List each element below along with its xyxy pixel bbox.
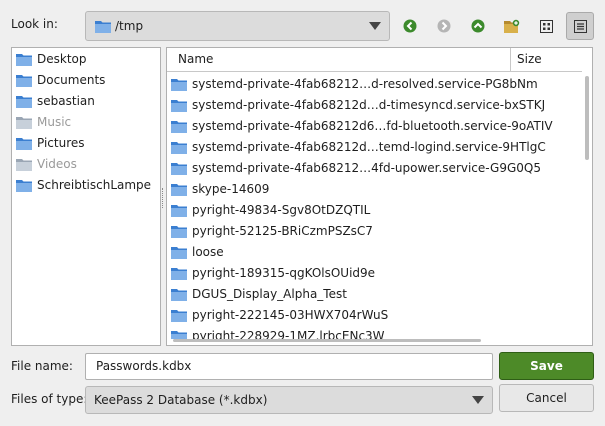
file-name: systemd-private-4fab68212…d-resolved.ser… [192,76,538,91]
file-name-label: File name: [11,359,73,373]
folder-icon [171,98,187,112]
folder-icon [16,73,32,87]
back-button[interactable] [398,14,422,38]
place-item[interactable]: Documents [12,69,160,90]
folder-icon [171,182,187,196]
folder-icon [16,115,32,129]
place-label: Documents [37,72,106,87]
place-item[interactable]: Videos [12,153,160,174]
file-name: DGUS_Display_Alpha_Test [192,286,347,301]
cancel-button[interactable]: Cancel [499,384,594,412]
place-item[interactable]: sebastian [12,90,160,111]
file-name: systemd-private-4fab68212…4fd-upower.ser… [192,160,542,175]
save-button[interactable]: Save [499,352,594,380]
place-item[interactable]: Desktop [12,48,160,69]
arrow-up-icon [471,19,485,33]
new-folder-icon [504,19,520,33]
forward-button[interactable] [432,14,456,38]
folder-icon [171,308,187,322]
file-type-value: KeePass 2 Database (*.kdbx) [94,393,268,407]
file-name: pyright-228929-1MZ.lrbcENc3W [192,328,385,340]
file-row[interactable]: pyright-222145-03HWX704rWuS [167,304,582,325]
detail-view-button[interactable] [566,12,594,40]
place-label: Desktop [37,51,87,66]
file-row[interactable]: DGUS_Display_Alpha_Test [167,283,582,304]
file-name: pyright-49834-Sgv8OtDZQTIL [192,202,371,217]
look-in-label: Look in: [11,17,58,31]
folder-icon [171,77,187,91]
folder-icon [16,136,32,150]
file-name: pyright-189315-qgKOlsOUid9e [192,265,376,280]
detail-view-icon [573,19,587,33]
file-row[interactable]: skype-14609 [167,178,582,199]
file-list: systemd-private-4fab68212…d-resolved.ser… [167,73,582,339]
file-name: systemd-private-4fab68212d…d-timesyncd.s… [192,97,546,112]
splitter-handle[interactable] [162,188,164,208]
folder-icon [171,287,187,301]
place-label: sebastian [37,93,95,108]
file-row[interactable]: systemd-private-4fab68212d…temd-logind.s… [167,136,582,157]
up-button[interactable] [466,14,490,38]
folder-icon [95,19,111,33]
file-row[interactable]: systemd-private-4fab68212…d-resolved.ser… [167,73,582,94]
file-type-combo[interactable]: KeePass 2 Database (*.kdbx) [85,386,493,414]
file-row[interactable]: pyright-228929-1MZ.lrbcENc3W [167,325,582,339]
folder-icon [171,203,187,217]
place-item[interactable]: Pictures [12,132,160,153]
place-item[interactable]: SchreibtischLampe [12,174,160,195]
folder-icon [16,52,32,66]
horizontal-scrollbar[interactable] [173,339,481,342]
file-row[interactable]: pyright-52125-BRiCzmPSZsC7 [167,220,582,241]
file-name: systemd-private-4fab68212d…temd-logind.s… [192,139,546,154]
column-header-size[interactable]: Size [511,48,542,71]
file-row[interactable]: systemd-private-4fab68212d…d-timesyncd.s… [167,94,582,115]
chevron-down-icon [472,396,484,404]
file-name: systemd-private-4fab68212d6…fd-bluetooth… [192,118,553,133]
icon-view-button[interactable] [534,14,558,38]
folder-icon [171,266,187,280]
place-item[interactable]: Music [12,111,160,132]
folder-icon [16,157,32,171]
folder-icon [171,119,187,133]
place-label: Videos [37,156,77,171]
file-name: pyright-52125-BRiCzmPSZsC7 [192,223,373,238]
file-row[interactable]: systemd-private-4fab68212d6…fd-bluetooth… [167,115,582,136]
arrow-right-icon [437,19,451,33]
chevron-down-icon [369,22,381,30]
file-row[interactable]: systemd-private-4fab68212…4fd-upower.ser… [167,157,582,178]
file-name-input[interactable]: Passwords.kdbx [85,353,493,380]
file-list-panel: Name Size systemd-private-4fab68212…d-re… [166,47,593,346]
grid-view-icon [539,19,553,33]
look-in-combo[interactable]: /tmp [85,11,390,41]
place-label: Pictures [37,135,85,150]
places-panel: Desktop Documents sebastian Music Pictures Vi… [11,47,161,346]
file-row[interactable]: pyright-189315-qgKOlsOUid9e [167,262,582,283]
folder-icon [171,224,187,238]
folder-icon [171,161,187,175]
arrow-left-icon [403,19,417,33]
file-name: pyright-222145-03HWX704rWuS [192,307,389,322]
vertical-scrollbar[interactable] [585,76,589,160]
place-label: Music [37,114,72,129]
file-name: loose [192,244,224,259]
file-row[interactable]: loose [167,241,582,262]
folder-icon [171,329,187,339]
place-label: SchreibtischLampe [37,177,152,192]
new-folder-button[interactable] [500,14,524,38]
folder-icon [16,178,32,192]
folder-icon [171,140,187,154]
folder-icon [16,94,32,108]
file-name: skype-14609 [192,181,270,196]
file-type-label: Files of type: [11,392,88,406]
file-row[interactable]: pyright-49834-Sgv8OtDZQTIL [167,199,582,220]
column-header-name[interactable]: Name [167,48,511,71]
folder-icon [171,245,187,259]
look-in-path: /tmp [115,19,144,33]
file-list-header: Name Size [167,48,582,72]
